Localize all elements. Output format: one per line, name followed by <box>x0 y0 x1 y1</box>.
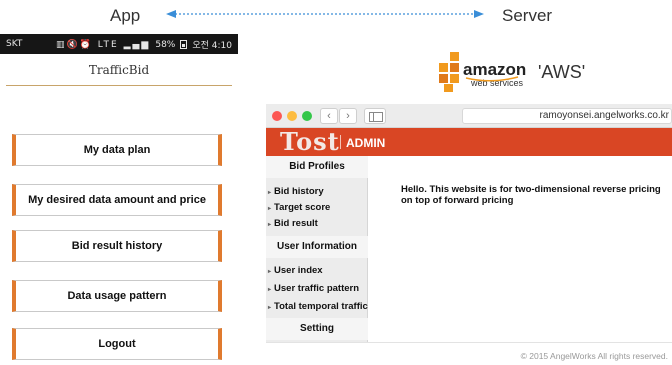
carrier-label: SKT <box>6 39 23 49</box>
chevron-right-icon: ▸ <box>268 222 272 228</box>
status-icons: ▥🔇⏰ LTE ▂▄▆ 58% 오전 4:10 <box>55 38 232 52</box>
battery-icon <box>180 40 188 49</box>
browser-window: ‹ › ramoyonsei.angelworks.co.kr Tost ADM… <box>266 104 672 365</box>
bid-result-history-button[interactable]: Bid result history <box>12 230 222 262</box>
status-time: 오전 4:10 <box>192 41 232 51</box>
sidebar-item-bid-result[interactable]: ▸ Bid result <box>268 218 318 229</box>
aws-cubes-icon <box>439 52 459 92</box>
phone-status-bar: SKT ▥🔇⏰ LTE ▂▄▆ 58% 오전 4:10 <box>0 34 238 54</box>
forward-button[interactable]: › <box>339 108 357 124</box>
my-data-plan-button[interactable]: My data plan <box>12 134 222 166</box>
copyright-text: © 2015 AngelWorks All rights reserved. <box>520 351 668 361</box>
chevron-right-icon: ▸ <box>268 287 272 293</box>
sidebar-item-user-index[interactable]: ▸ User index <box>268 265 323 276</box>
section-setting[interactable]: Setting <box>266 318 368 340</box>
data-usage-pattern-button[interactable]: Data usage pattern <box>12 280 222 312</box>
server-label: Server <box>502 6 553 25</box>
sidebar-item-user-traffic-pattern[interactable]: ▸ User traffic pattern <box>268 283 359 294</box>
logo-divider <box>340 135 341 149</box>
sidebar-item-total-temporal-traffic[interactable]: ▸ Total temporal traffic <box>268 301 368 312</box>
aws-wordmark: amazon <box>463 60 526 79</box>
zoom-window-button[interactable] <box>302 111 312 121</box>
welcome-message: Hello. This website is for two-dimension… <box>401 184 661 206</box>
section-user-information: User Information <box>266 236 368 258</box>
app-title-bar: TrafficBid <box>0 54 238 86</box>
browser-toolbar: ‹ › ramoyonsei.angelworks.co.kr <box>266 104 672 128</box>
site-logo[interactable]: Tost <box>280 129 340 155</box>
bidirectional-arrow-icon <box>166 10 484 18</box>
site-header: Tost ADMIN <box>266 128 672 156</box>
phone-app-screen: SKT ▥🔇⏰ LTE ▂▄▆ 58% 오전 4:10 TrafficBid M… <box>0 34 238 365</box>
chevron-right-icon: ▸ <box>268 206 272 212</box>
title-divider <box>6 85 232 86</box>
aws-caption: 'AWS' <box>538 62 586 82</box>
chevron-right-icon: ▸ <box>268 305 272 311</box>
admin-sidebar: Bid Profiles ▸ Bid history ▸ Target score … <box>266 156 368 342</box>
sidebar-item-target-score[interactable]: ▸ Target score <box>268 202 330 213</box>
chevron-right-icon: ▸ <box>268 190 272 196</box>
app-label: App <box>110 6 141 25</box>
chevron-right-icon: ▸ <box>268 269 272 275</box>
logout-button[interactable]: Logout <box>12 328 222 360</box>
battery-percent: 58% <box>155 39 176 50</box>
admin-label: ADMIN <box>346 136 386 150</box>
close-window-button[interactable] <box>272 111 282 121</box>
address-bar[interactable]: ramoyonsei.angelworks.co.kr <box>462 108 672 124</box>
site-footer: © 2015 AngelWorks All rights reserved. <box>266 342 672 365</box>
minimize-window-button[interactable] <box>287 111 297 121</box>
back-button[interactable]: ‹ <box>320 108 338 124</box>
section-bid-profiles: Bid Profiles <box>266 156 368 178</box>
desired-data-amount-button[interactable]: My desired data amount and price <box>12 184 222 216</box>
app-title: TrafficBid <box>88 63 150 77</box>
sidebar-item-bid-history[interactable]: ▸ Bid history <box>268 186 324 197</box>
aws-logo: amazon web services <box>439 52 526 92</box>
status-icons-text: ▥🔇⏰ LTE ▂▄▆ <box>55 39 151 50</box>
sidebar-toggle-icon[interactable] <box>364 108 386 124</box>
